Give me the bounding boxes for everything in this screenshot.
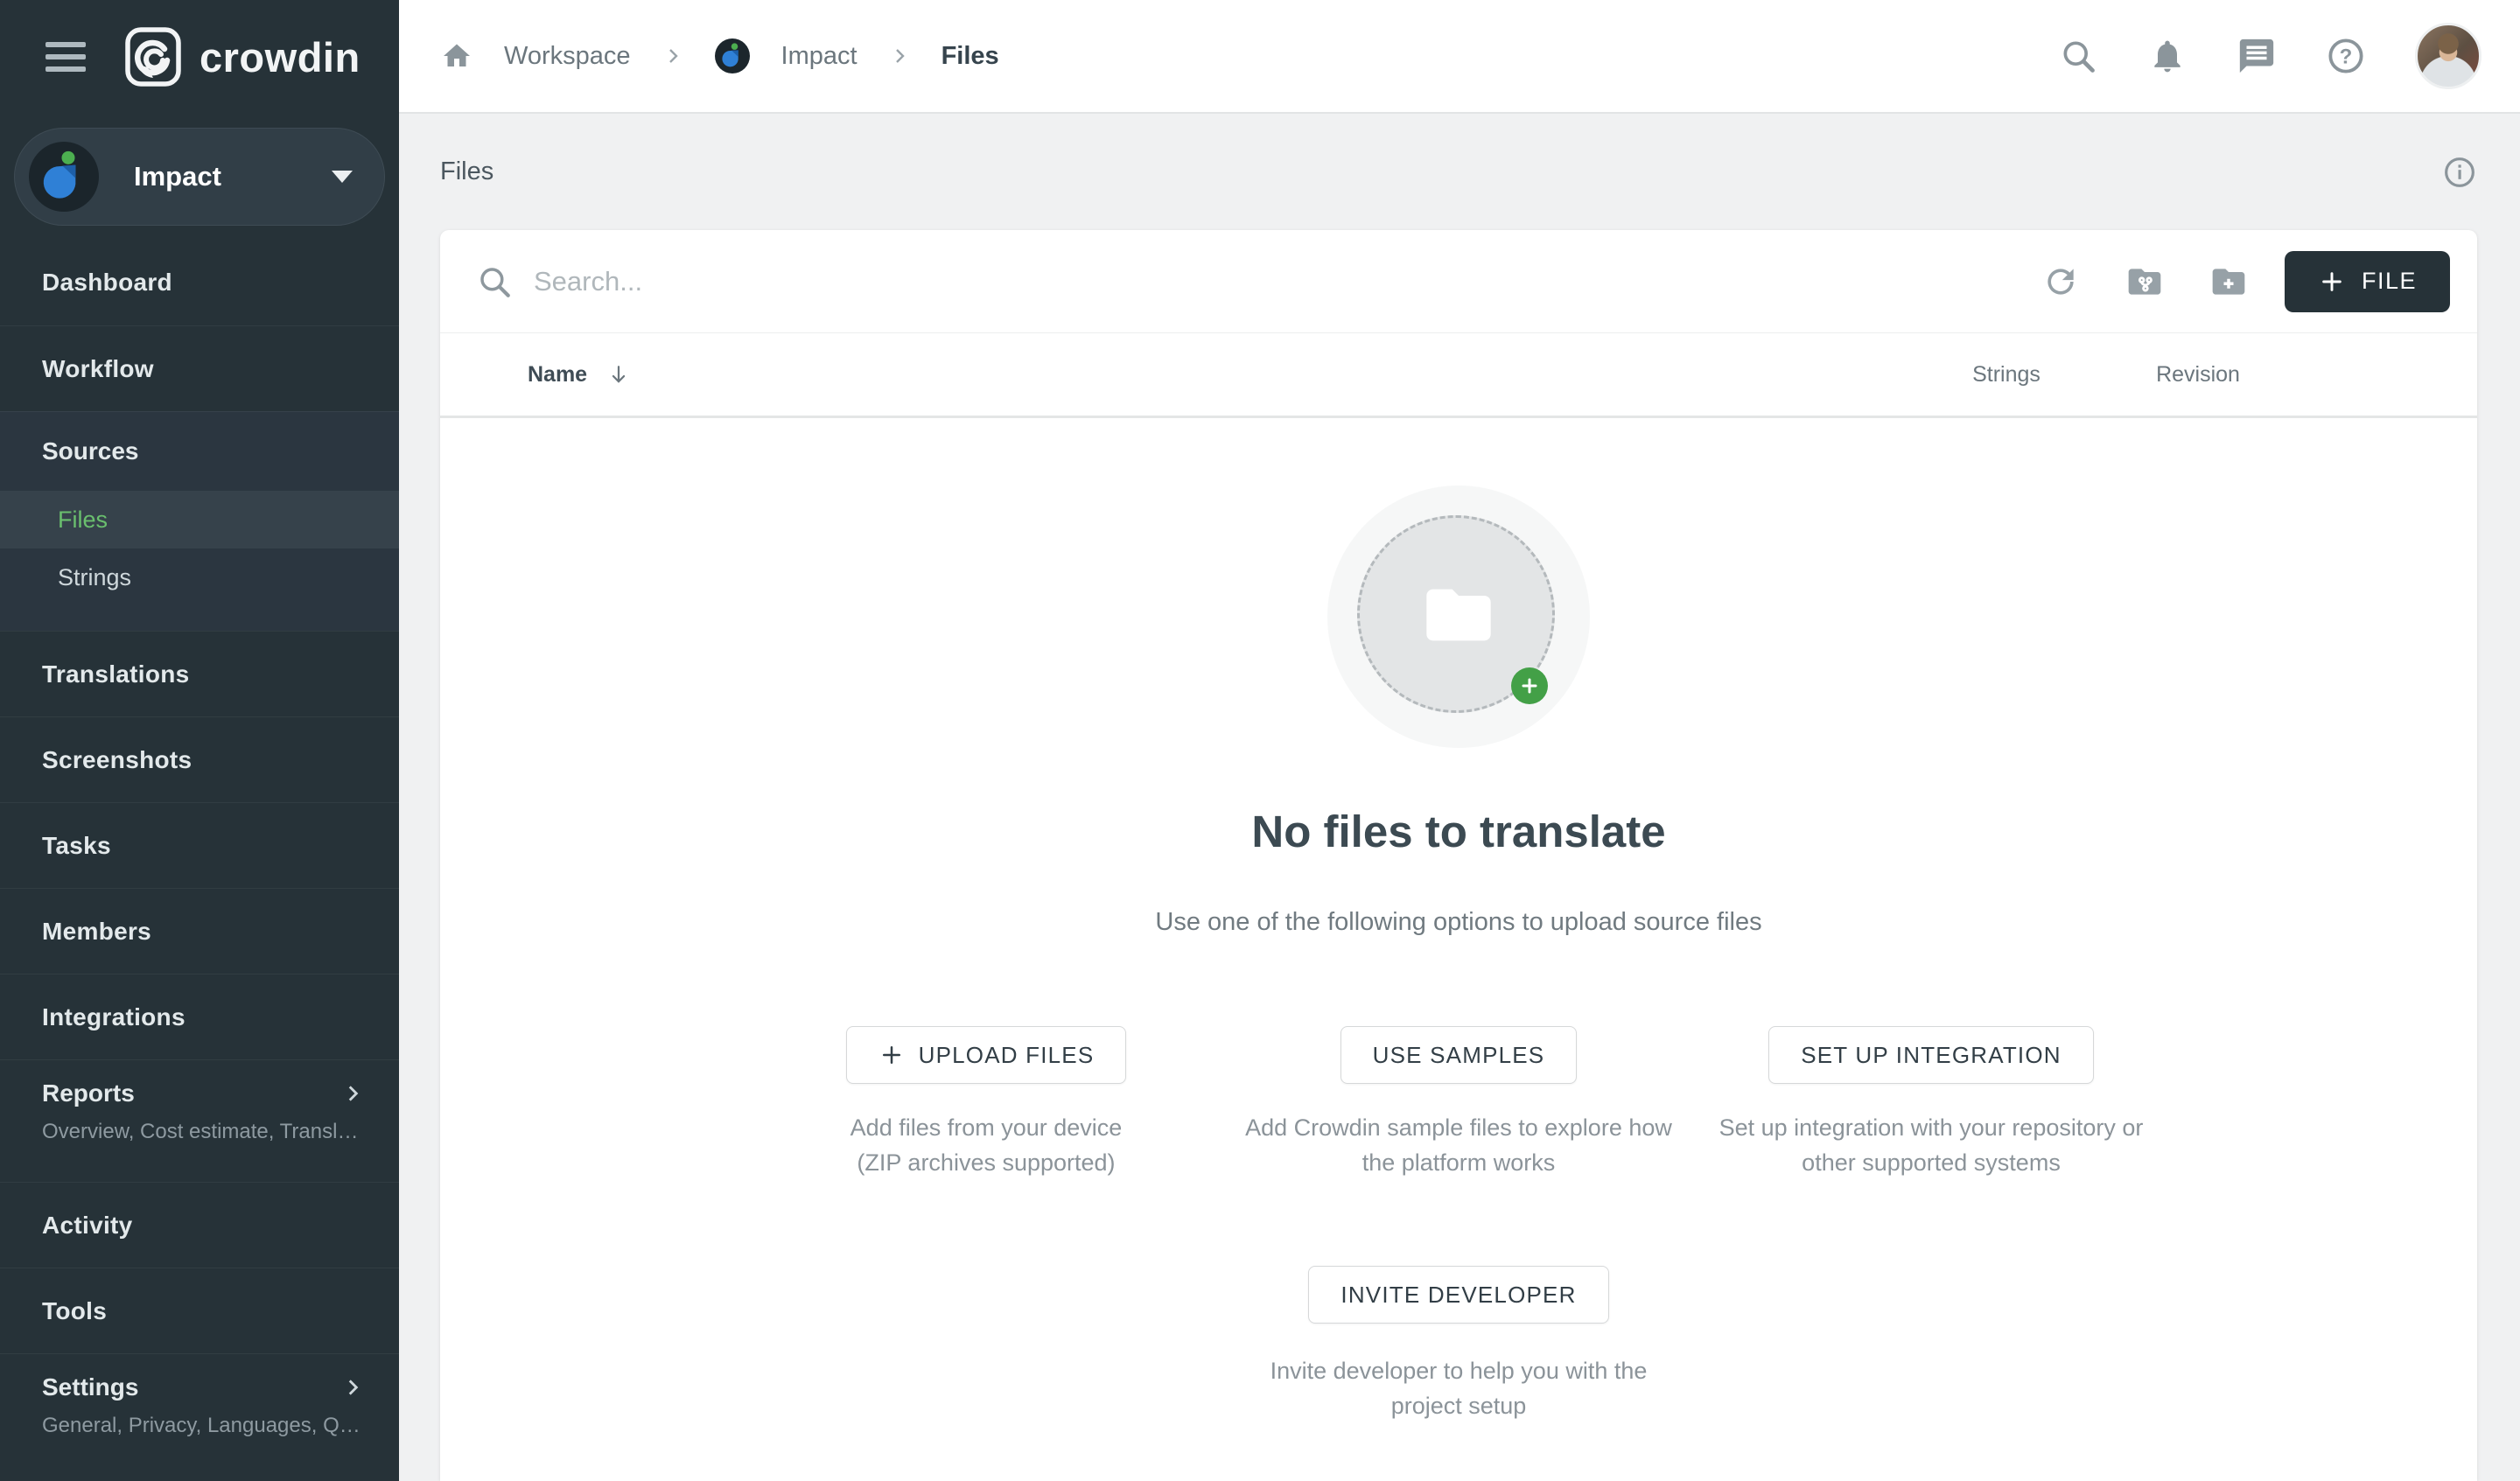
- empty-state: No files to translate Use one of the fol…: [440, 418, 2477, 1481]
- setup-integration-button[interactable]: SET UP INTEGRATION: [1768, 1026, 2094, 1084]
- page-title: Files: [440, 157, 494, 186]
- plus-icon: [878, 1042, 905, 1068]
- use-samples-option: USE SAMPLES Add Crowdin sample files to …: [1240, 1026, 1677, 1180]
- folder-icon: [1413, 576, 1504, 653]
- notifications-bell-icon[interactable]: [2147, 36, 2188, 76]
- sidebar-item-dashboard[interactable]: Dashboard: [0, 240, 399, 325]
- sidebar-item-members[interactable]: Members: [0, 888, 399, 974]
- svg-text:?: ?: [2340, 45, 2353, 68]
- files-panel: FILE Name Strings Revision: [440, 230, 2477, 1481]
- upload-options: UPLOAD FILES Add files from your device …: [767, 1026, 2150, 1180]
- column-header-name[interactable]: Name: [476, 362, 1919, 388]
- sidebar-item-sources[interactable]: Sources: [0, 412, 399, 491]
- sidebar-item-reports[interactable]: Reports Overview, Cost estimate, Transl…: [0, 1059, 399, 1182]
- use-samples-description: Add Crowdin sample files to explore how …: [1240, 1110, 1677, 1180]
- project-avatar-small: [715, 38, 750, 73]
- chevron-right-icon: [889, 45, 910, 66]
- upload-files-option: UPLOAD FILES Add files from your device …: [767, 1026, 1205, 1180]
- project-avatar: [29, 142, 99, 212]
- page-header: Files: [440, 114, 2477, 230]
- branch-folder-icon[interactable]: [2125, 262, 2164, 301]
- column-header-strings: Strings: [1919, 362, 2094, 388]
- brand-wordmark: crowdin: [200, 33, 360, 81]
- search-input[interactable]: [534, 266, 1321, 297]
- project-switcher[interactable]: Impact: [14, 128, 385, 226]
- refresh-icon[interactable]: [2041, 262, 2080, 301]
- invite-developer-option: INVITE DEVELOPER Invite developer to hel…: [1262, 1266, 1656, 1423]
- empty-state-title: No files to translate: [1251, 806, 1665, 857]
- help-icon[interactable]: ?: [2326, 36, 2366, 76]
- sidebar-item-settings-label: Settings: [42, 1373, 138, 1401]
- search-icon: [476, 263, 513, 300]
- toolbar-icon-group: [2041, 262, 2248, 301]
- chevron-right-icon: [341, 1376, 364, 1399]
- sidebar: Impact Dashboard Workflow Sources Files …: [0, 114, 399, 1481]
- chevron-down-icon: [332, 171, 353, 183]
- breadcrumb: Workspace Impact Files: [441, 38, 999, 73]
- use-samples-button[interactable]: USE SAMPLES: [1340, 1026, 1578, 1084]
- setup-integration-description: Set up integration with your repository …: [1712, 1110, 2150, 1180]
- search-icon[interactable]: [2058, 36, 2098, 76]
- search-field: [476, 263, 2041, 300]
- sidebar-item-reports-label: Reports: [42, 1079, 135, 1107]
- empty-folder-illustration: [1327, 486, 1590, 748]
- invite-developer-button[interactable]: INVITE DEVELOPER: [1308, 1266, 1608, 1324]
- add-file-button-label: FILE: [2362, 268, 2417, 295]
- app-window: crowdin Workspace Impact Files: [0, 0, 2520, 1481]
- sidebar-item-integrations[interactable]: Integrations: [0, 974, 399, 1059]
- main-content: Files FILE: [399, 114, 2520, 1481]
- sidebar-item-reports-sub: Overview, Cost estimate, Transl…: [42, 1120, 364, 1144]
- invite-developer-description: Invite developer to help you with the pr…: [1262, 1353, 1656, 1423]
- sidebar-item-translations[interactable]: Translations: [0, 631, 399, 716]
- sidebar-item-tools[interactable]: Tools: [0, 1268, 399, 1353]
- sidebar-group-sources: Sources Files Strings: [0, 411, 399, 631]
- sidebar-item-tasks[interactable]: Tasks: [0, 802, 399, 888]
- files-toolbar: FILE: [440, 230, 2477, 333]
- add-badge-icon: [1511, 667, 1548, 704]
- crowdin-mark-icon: [124, 26, 182, 87]
- sidebar-item-settings-sub: General, Privacy, Languages, Q…: [42, 1414, 364, 1438]
- breadcrumb-project[interactable]: Impact: [781, 42, 858, 71]
- topbar-actions: ?: [2058, 23, 2482, 89]
- sidebar-item-settings[interactable]: Settings General, Privacy, Languages, Q…: [0, 1353, 399, 1481]
- chevron-right-icon: [341, 1082, 364, 1105]
- sidebar-item-strings[interactable]: Strings: [0, 548, 399, 606]
- topbar: Workspace Impact Files: [399, 0, 2520, 114]
- user-avatar[interactable]: [2415, 23, 2482, 89]
- chevron-right-icon: [662, 45, 683, 66]
- sidebar-item-files[interactable]: Files: [0, 491, 399, 548]
- project-name: Impact: [134, 161, 221, 192]
- home-icon[interactable]: [441, 40, 472, 72]
- sidebar-item-screenshots[interactable]: Screenshots: [0, 716, 399, 802]
- plus-icon: [2318, 268, 2346, 296]
- upload-files-button[interactable]: UPLOAD FILES: [846, 1026, 1127, 1084]
- info-icon[interactable]: [2442, 155, 2477, 190]
- table-header: Name Strings Revision: [440, 333, 2477, 418]
- add-folder-icon[interactable]: [2209, 262, 2248, 301]
- breadcrumb-workspace[interactable]: Workspace: [504, 42, 631, 71]
- sidebar-item-workflow[interactable]: Workflow: [0, 325, 399, 411]
- upload-files-description: Add files from your device (ZIP archives…: [829, 1110, 1144, 1180]
- topbar-brand-area: crowdin: [0, 0, 399, 114]
- messages-chat-icon[interactable]: [2236, 36, 2277, 76]
- column-header-revision: Revision: [2094, 362, 2302, 388]
- sort-descending-icon: [606, 362, 631, 387]
- empty-state-subtitle: Use one of the following options to uplo…: [1155, 908, 1761, 937]
- add-file-button[interactable]: FILE: [2285, 251, 2450, 312]
- setup-integration-option: SET UP INTEGRATION Set up integration wi…: [1712, 1026, 2150, 1180]
- crowdin-logo[interactable]: crowdin: [124, 26, 360, 87]
- sidebar-nav: Dashboard Workflow Sources Files Strings…: [0, 240, 399, 1481]
- sidebar-item-activity[interactable]: Activity: [0, 1182, 399, 1268]
- breadcrumb-current-page: Files: [942, 42, 999, 71]
- hamburger-menu-icon[interactable]: [46, 42, 86, 72]
